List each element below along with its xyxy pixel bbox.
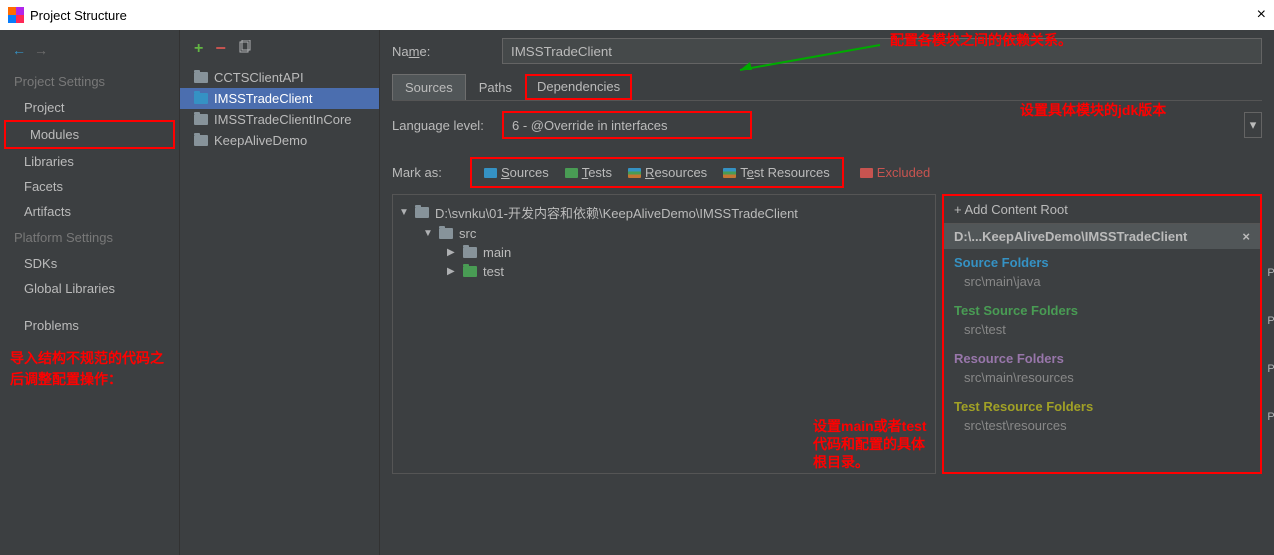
- dropdown-arrow-icon[interactable]: ▾: [1244, 112, 1262, 138]
- test-resource-folders-header: Test Resource Folders: [944, 393, 1260, 416]
- edit-remove-icon[interactable]: P ×: [1267, 315, 1274, 327]
- window-title: Project Structure: [30, 8, 127, 23]
- module-list: + − CCTSClientAPI IMSSTradeClient IMSSTr…: [180, 30, 380, 555]
- folder-icon: [194, 114, 208, 125]
- folder-icon: [194, 135, 208, 146]
- tab-bar: Sources Paths Dependencies: [392, 74, 1262, 101]
- module-item[interactable]: KeepAliveDemo: [180, 130, 379, 151]
- mark-buttons: Sources Tests Resources Test Resources: [470, 157, 844, 188]
- nav-facets[interactable]: Facets: [0, 174, 179, 199]
- mark-sources-button[interactable]: Sources: [476, 162, 557, 183]
- main-panel: 配置各模块之间的依赖关系。 设置具体模块的jdk版本 Name: Sources…: [380, 30, 1274, 555]
- test-folders-header: Test Source Folders: [944, 297, 1260, 320]
- tree-toggle-icon[interactable]: ▼: [423, 228, 433, 239]
- nav-sdks[interactable]: SDKs: [0, 251, 179, 276]
- tree-row-root[interactable]: ▼D:\svnku\01-开发内容和依赖\KeepAliveDemo\IMSST…: [399, 201, 929, 224]
- nav-project[interactable]: Project: [0, 95, 179, 120]
- source-folder-path[interactable]: src\main\java: [944, 272, 1260, 297]
- nav-libraries[interactable]: Libraries: [0, 149, 179, 174]
- nav-global-libraries[interactable]: Global Libraries: [0, 276, 179, 301]
- module-item[interactable]: CCTSClientAPI: [180, 67, 379, 88]
- mark-excluded-button[interactable]: Excluded: [860, 165, 930, 180]
- forward-icon[interactable]: →: [34, 42, 48, 58]
- remove-root-icon[interactable]: ×: [1242, 229, 1250, 244]
- resources-folder-icon: [628, 168, 641, 178]
- folder-icon: [463, 266, 477, 277]
- folder-icon: [463, 247, 477, 258]
- close-button[interactable]: ×: [1257, 6, 1266, 24]
- module-item[interactable]: IMSSTradeClientInCore: [180, 109, 379, 130]
- add-module-icon[interactable]: +: [194, 40, 203, 58]
- section-platform-settings: Platform Settings: [0, 224, 179, 251]
- test-folder-path[interactable]: src\test: [944, 320, 1260, 345]
- section-project-settings: Project Settings: [0, 68, 179, 95]
- folder-icon: [194, 93, 208, 104]
- edit-remove-icon[interactable]: P ×: [1267, 363, 1274, 375]
- content-root-path[interactable]: D:\...KeepAliveDemo\IMSSTradeClient ×: [944, 224, 1260, 249]
- nav-problems[interactable]: Problems: [0, 313, 179, 338]
- folder-icon: [439, 228, 453, 239]
- tree-toggle-icon[interactable]: ▼: [399, 207, 409, 218]
- folder-icon: [194, 72, 208, 83]
- edit-remove-icon[interactable]: P ×: [1267, 411, 1274, 423]
- mark-resources-button[interactable]: Resources: [620, 162, 715, 183]
- tree-row-main[interactable]: ▶main: [399, 243, 929, 262]
- resource-folder-path[interactable]: src\main\resources: [944, 368, 1260, 393]
- sidebar: ← → Project Settings Project Modules Lib…: [0, 30, 180, 555]
- nav-modules[interactable]: Modules: [4, 120, 175, 149]
- name-input[interactable]: [502, 38, 1262, 64]
- tree-row-src[interactable]: ▼src: [399, 224, 929, 243]
- tree-row-test[interactable]: ▶test: [399, 262, 929, 281]
- content-root-panel: + Add Content Root D:\...KeepAliveDemo\I…: [942, 194, 1262, 474]
- mark-test-resources-button[interactable]: Test Resources: [715, 162, 838, 183]
- name-label: Name:: [392, 44, 492, 59]
- add-content-root-button[interactable]: + Add Content Root: [944, 196, 1260, 224]
- test-resource-folder-path[interactable]: src\test\resources: [944, 416, 1260, 441]
- resource-folders-header: Resource Folders: [944, 345, 1260, 368]
- app-icon: [8, 7, 24, 23]
- annotation-left: 导入结构不规范的代码之后调整配置操作：: [0, 338, 179, 390]
- mark-as-label: Mark as:: [392, 165, 462, 180]
- mark-tests-button[interactable]: Tests: [557, 162, 620, 183]
- source-folders-header: Source Folders: [944, 249, 1260, 272]
- tab-dependencies[interactable]: Dependencies: [525, 74, 632, 100]
- tests-folder-icon: [565, 168, 578, 178]
- annotation-tree: 设置main或者test代码和配置的具体根目录。: [813, 417, 935, 472]
- edit-remove-icon[interactable]: P ×: [1267, 267, 1274, 279]
- titlebar: Project Structure ×: [0, 0, 1274, 30]
- sources-folder-icon: [484, 168, 497, 178]
- tab-sources[interactable]: Sources: [392, 74, 466, 100]
- copy-module-icon[interactable]: [238, 40, 252, 57]
- language-level-label: Language level:: [392, 118, 492, 133]
- tree-toggle-icon[interactable]: ▶: [447, 266, 457, 277]
- test-resources-folder-icon: [723, 168, 736, 178]
- source-tree: 设置main或者test代码和配置的具体根目录。 ▼D:\svnku\01-开发…: [392, 194, 936, 474]
- nav-artifacts[interactable]: Artifacts: [0, 199, 179, 224]
- remove-module-icon[interactable]: −: [215, 38, 226, 59]
- excluded-folder-icon: [860, 168, 873, 178]
- module-item-selected[interactable]: IMSSTradeClient: [180, 88, 379, 109]
- back-icon[interactable]: ←: [12, 42, 26, 58]
- tree-toggle-icon[interactable]: ▶: [447, 247, 457, 258]
- language-level-dropdown[interactable]: 6 - @Override in interfaces: [502, 111, 752, 139]
- tab-paths[interactable]: Paths: [466, 74, 525, 100]
- folder-icon: [415, 207, 429, 218]
